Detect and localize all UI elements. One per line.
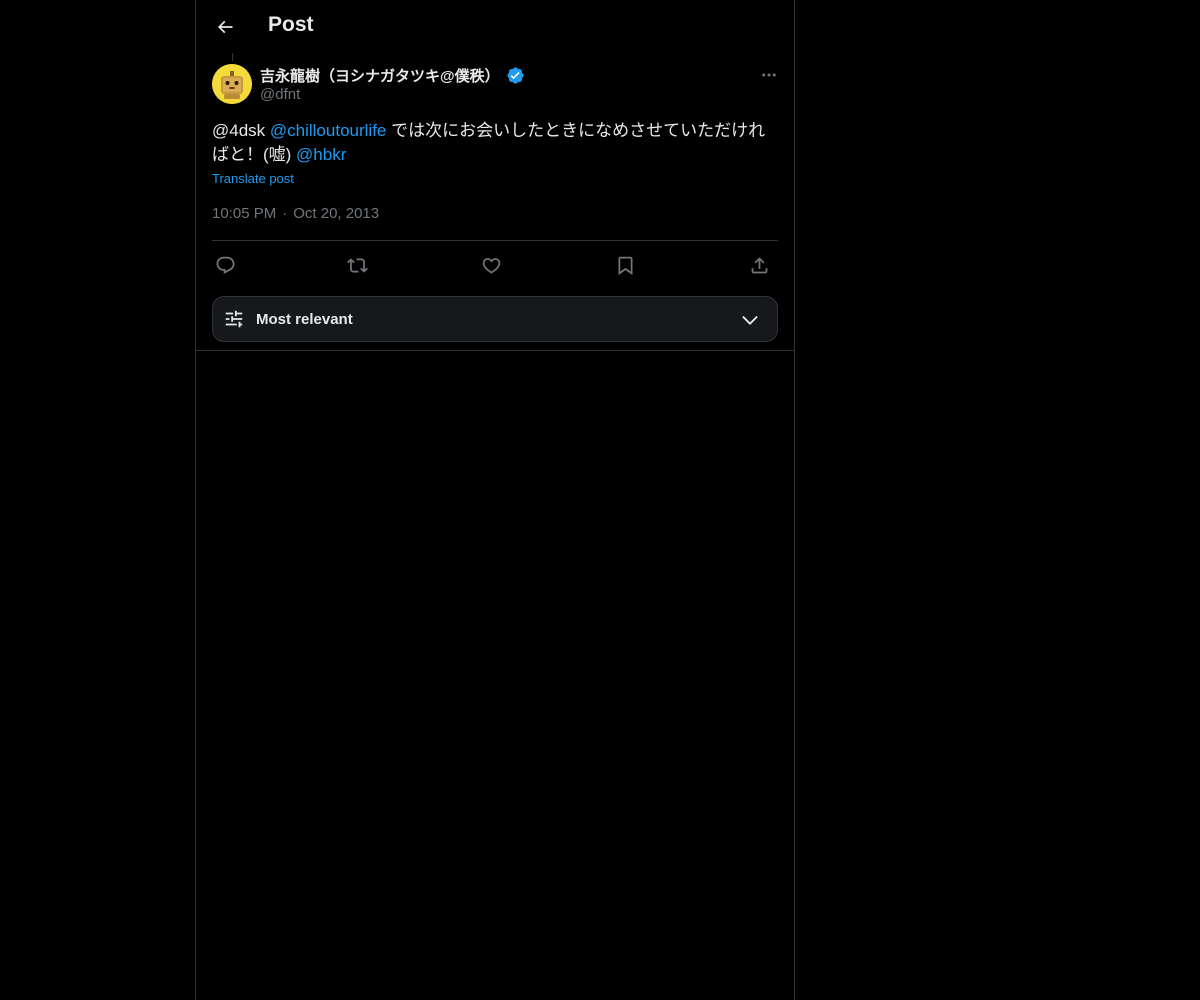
- timeline-column: Post 吉永龍樹（ヨシナガタツキ@僕秩） @dfnt @4dsk @chill…: [195, 0, 795, 1000]
- sort-label: Most relevant: [256, 311, 353, 328]
- post-date[interactable]: Oct 20, 2013: [293, 205, 379, 222]
- avatar[interactable]: [212, 64, 252, 104]
- author-handle[interactable]: @dfnt: [260, 86, 300, 103]
- post-text: @4dsk @chilloutourlife では次にお会いしたときになめさせて…: [212, 119, 778, 167]
- bookmark-button[interactable]: [612, 252, 638, 278]
- page-title: Post: [268, 13, 314, 36]
- reply-icon: [215, 255, 236, 276]
- post-text-lead: @4dsk: [212, 121, 270, 140]
- chevron-down-icon: [739, 309, 761, 331]
- post-actions-bar: [212, 250, 778, 280]
- page-header: Post: [196, 0, 794, 53]
- back-button[interactable]: [208, 10, 242, 44]
- sliders-icon: [223, 308, 245, 330]
- divider: [212, 240, 778, 241]
- divider: [196, 350, 794, 351]
- repost-button[interactable]: [344, 252, 370, 278]
- share-button[interactable]: [746, 252, 772, 278]
- heart-icon: [481, 255, 502, 276]
- verified-badge-icon: [506, 66, 525, 85]
- mention-link[interactable]: @hbkr: [296, 145, 346, 164]
- reply-sort-dropdown[interactable]: Most relevant: [212, 296, 778, 342]
- share-icon: [749, 255, 770, 276]
- translate-post-link[interactable]: Translate post: [212, 171, 294, 186]
- arrow-left-icon: [215, 17, 235, 37]
- author-display-name[interactable]: 吉永龍樹（ヨシナガタツキ@僕秩）: [260, 65, 500, 86]
- like-button[interactable]: [478, 252, 504, 278]
- reply-button[interactable]: [212, 252, 238, 278]
- meta-separator: ·: [282, 205, 288, 222]
- repost-icon: [346, 255, 368, 276]
- more-options-button[interactable]: [756, 64, 782, 86]
- mention-link[interactable]: @chilloutourlife: [270, 121, 386, 140]
- post-time[interactable]: 10:05 PM: [212, 205, 276, 222]
- more-icon: [760, 66, 778, 84]
- author-name-row[interactable]: 吉永龍樹（ヨシナガタツキ@僕秩）: [260, 65, 525, 85]
- bookmark-icon: [615, 255, 636, 276]
- thread-connector-line: [232, 53, 233, 61]
- post-timestamp: 10:05 PM · Oct 20, 2013: [212, 205, 379, 222]
